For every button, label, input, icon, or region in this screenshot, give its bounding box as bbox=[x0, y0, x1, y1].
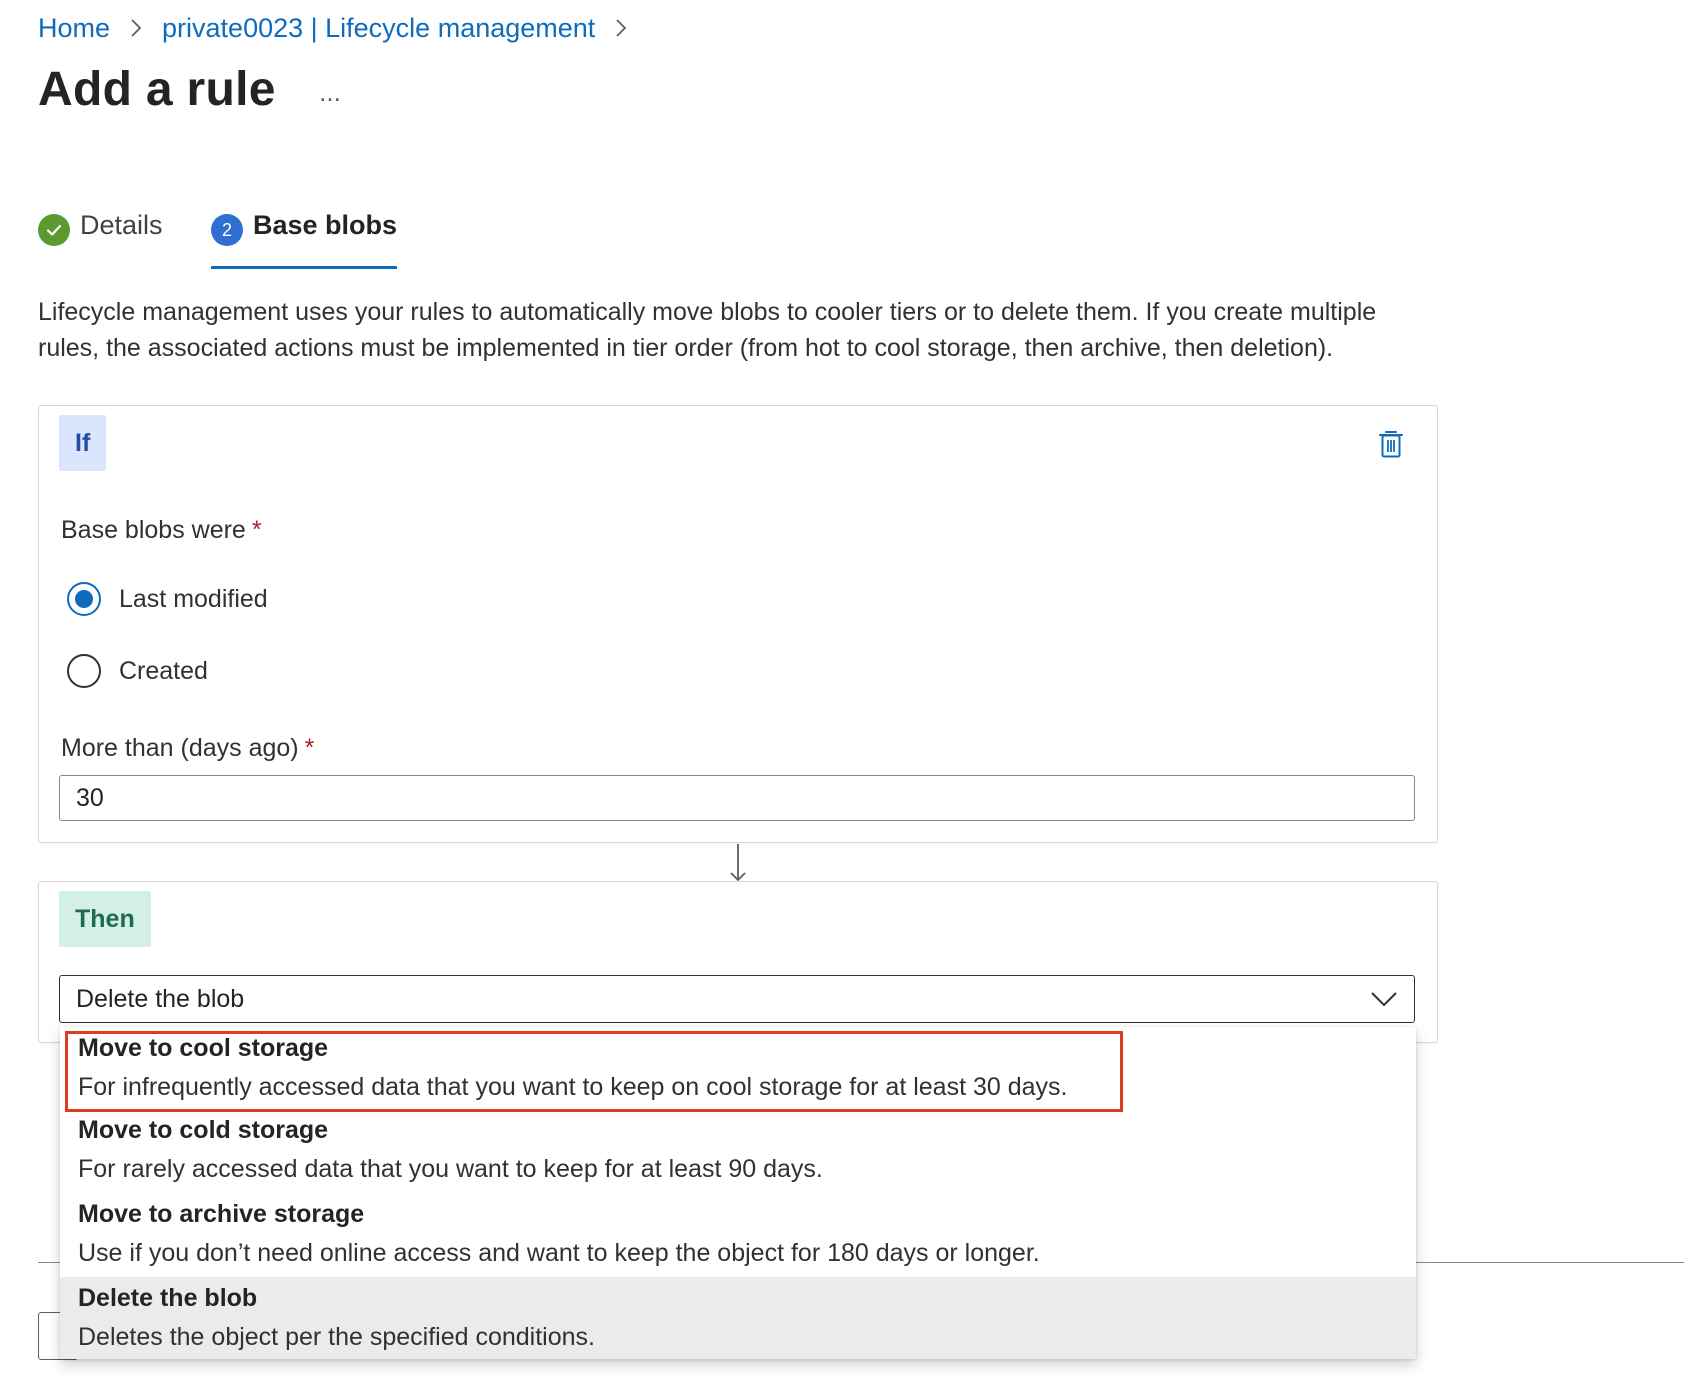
breadcrumb: Home private0023 | Lifecycle management bbox=[38, 8, 647, 48]
radio-button-checked[interactable] bbox=[67, 582, 101, 616]
required-asterisk: * bbox=[251, 516, 262, 544]
if-condition-card: If Base blobs were * Last modified Create… bbox=[38, 405, 1438, 843]
option-move-to-archive[interactable]: Move to archive storage Use if you don’t… bbox=[60, 1195, 1416, 1277]
radio-created[interactable]: Created bbox=[67, 654, 208, 688]
option-description: For infrequently accessed data that you … bbox=[78, 1073, 1068, 1101]
page-title: Add a rule bbox=[38, 63, 276, 116]
then-action-card: Then Delete the blob bbox=[38, 881, 1438, 1043]
radio-last-modified-label: Last modified bbox=[119, 584, 268, 613]
action-select[interactable]: Delete the blob bbox=[59, 975, 1415, 1023]
chevron-right-icon bbox=[128, 17, 144, 39]
trash-icon[interactable] bbox=[1377, 428, 1405, 460]
required-asterisk: * bbox=[304, 734, 315, 762]
radio-created-label: Created bbox=[119, 656, 208, 685]
days-ago-label: More than (days ago) * bbox=[61, 734, 314, 763]
arrow-down-icon bbox=[726, 843, 750, 883]
breadcrumb-lifecycle-link[interactable]: private0023 | Lifecycle management bbox=[162, 13, 595, 44]
chevron-down-icon bbox=[1370, 990, 1398, 1008]
checkmark-icon bbox=[38, 214, 70, 246]
option-title: Move to cool storage bbox=[78, 1034, 329, 1062]
tab-base-blobs[interactable]: 2 Base blobs bbox=[211, 210, 398, 269]
option-move-to-cold[interactable]: Move to cold storage For rarely accessed… bbox=[60, 1111, 1416, 1195]
days-ago-label-text: More than (days ago) bbox=[61, 734, 299, 762]
step-number-badge: 2 bbox=[211, 214, 243, 246]
base-blobs-label-text: Base blobs were bbox=[61, 516, 246, 544]
tab-base-blobs-label: Base blobs bbox=[253, 210, 398, 240]
tab-details-label: Details bbox=[80, 210, 163, 240]
option-description: Use if you don’t need online access and … bbox=[78, 1239, 1040, 1267]
tab-details[interactable]: Details bbox=[38, 210, 163, 266]
action-select-value: Delete the blob bbox=[76, 984, 245, 1013]
option-move-to-cool[interactable]: Move to cool storage For infrequently ac… bbox=[60, 1027, 1416, 1111]
days-ago-input[interactable]: 30 bbox=[59, 775, 1415, 821]
chevron-right-icon bbox=[613, 17, 629, 39]
action-dropdown-list: Move to cool storage For infrequently ac… bbox=[60, 1027, 1416, 1359]
option-title: Move to cold storage bbox=[78, 1116, 329, 1144]
if-badge: If bbox=[59, 415, 107, 471]
base-blobs-label: Base blobs were * bbox=[61, 516, 262, 545]
breadcrumb-home-link[interactable]: Home bbox=[38, 13, 110, 44]
then-badge: Then bbox=[59, 891, 151, 947]
radio-button-unchecked[interactable] bbox=[67, 654, 101, 688]
option-description: Deletes the object per the specified con… bbox=[78, 1323, 595, 1351]
option-title: Move to archive storage bbox=[78, 1200, 365, 1228]
option-description: For rarely accessed data that you want t… bbox=[78, 1155, 823, 1183]
more-options-button[interactable]: ... bbox=[310, 72, 350, 112]
lifecycle-description: Lifecycle management uses your rules to … bbox=[38, 298, 1377, 362]
radio-last-modified[interactable]: Last modified bbox=[67, 582, 268, 616]
option-title: Delete the blob bbox=[78, 1284, 258, 1312]
option-delete-blob[interactable]: Delete the blob Deletes the object per t… bbox=[60, 1277, 1416, 1359]
